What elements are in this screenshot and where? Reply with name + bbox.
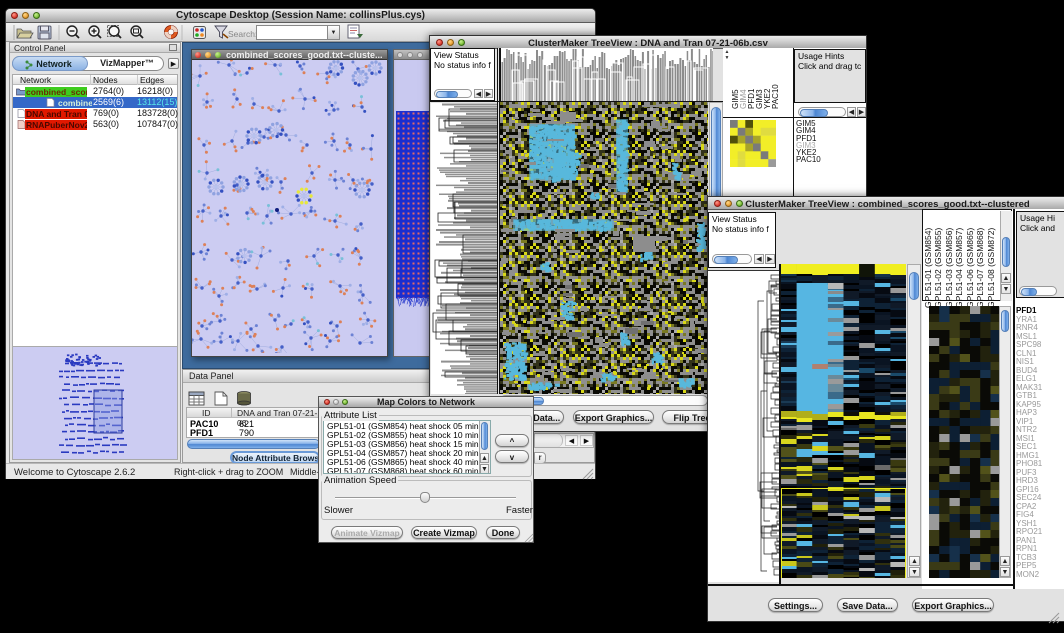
svg-text:Search:: Search: xyxy=(228,29,257,39)
